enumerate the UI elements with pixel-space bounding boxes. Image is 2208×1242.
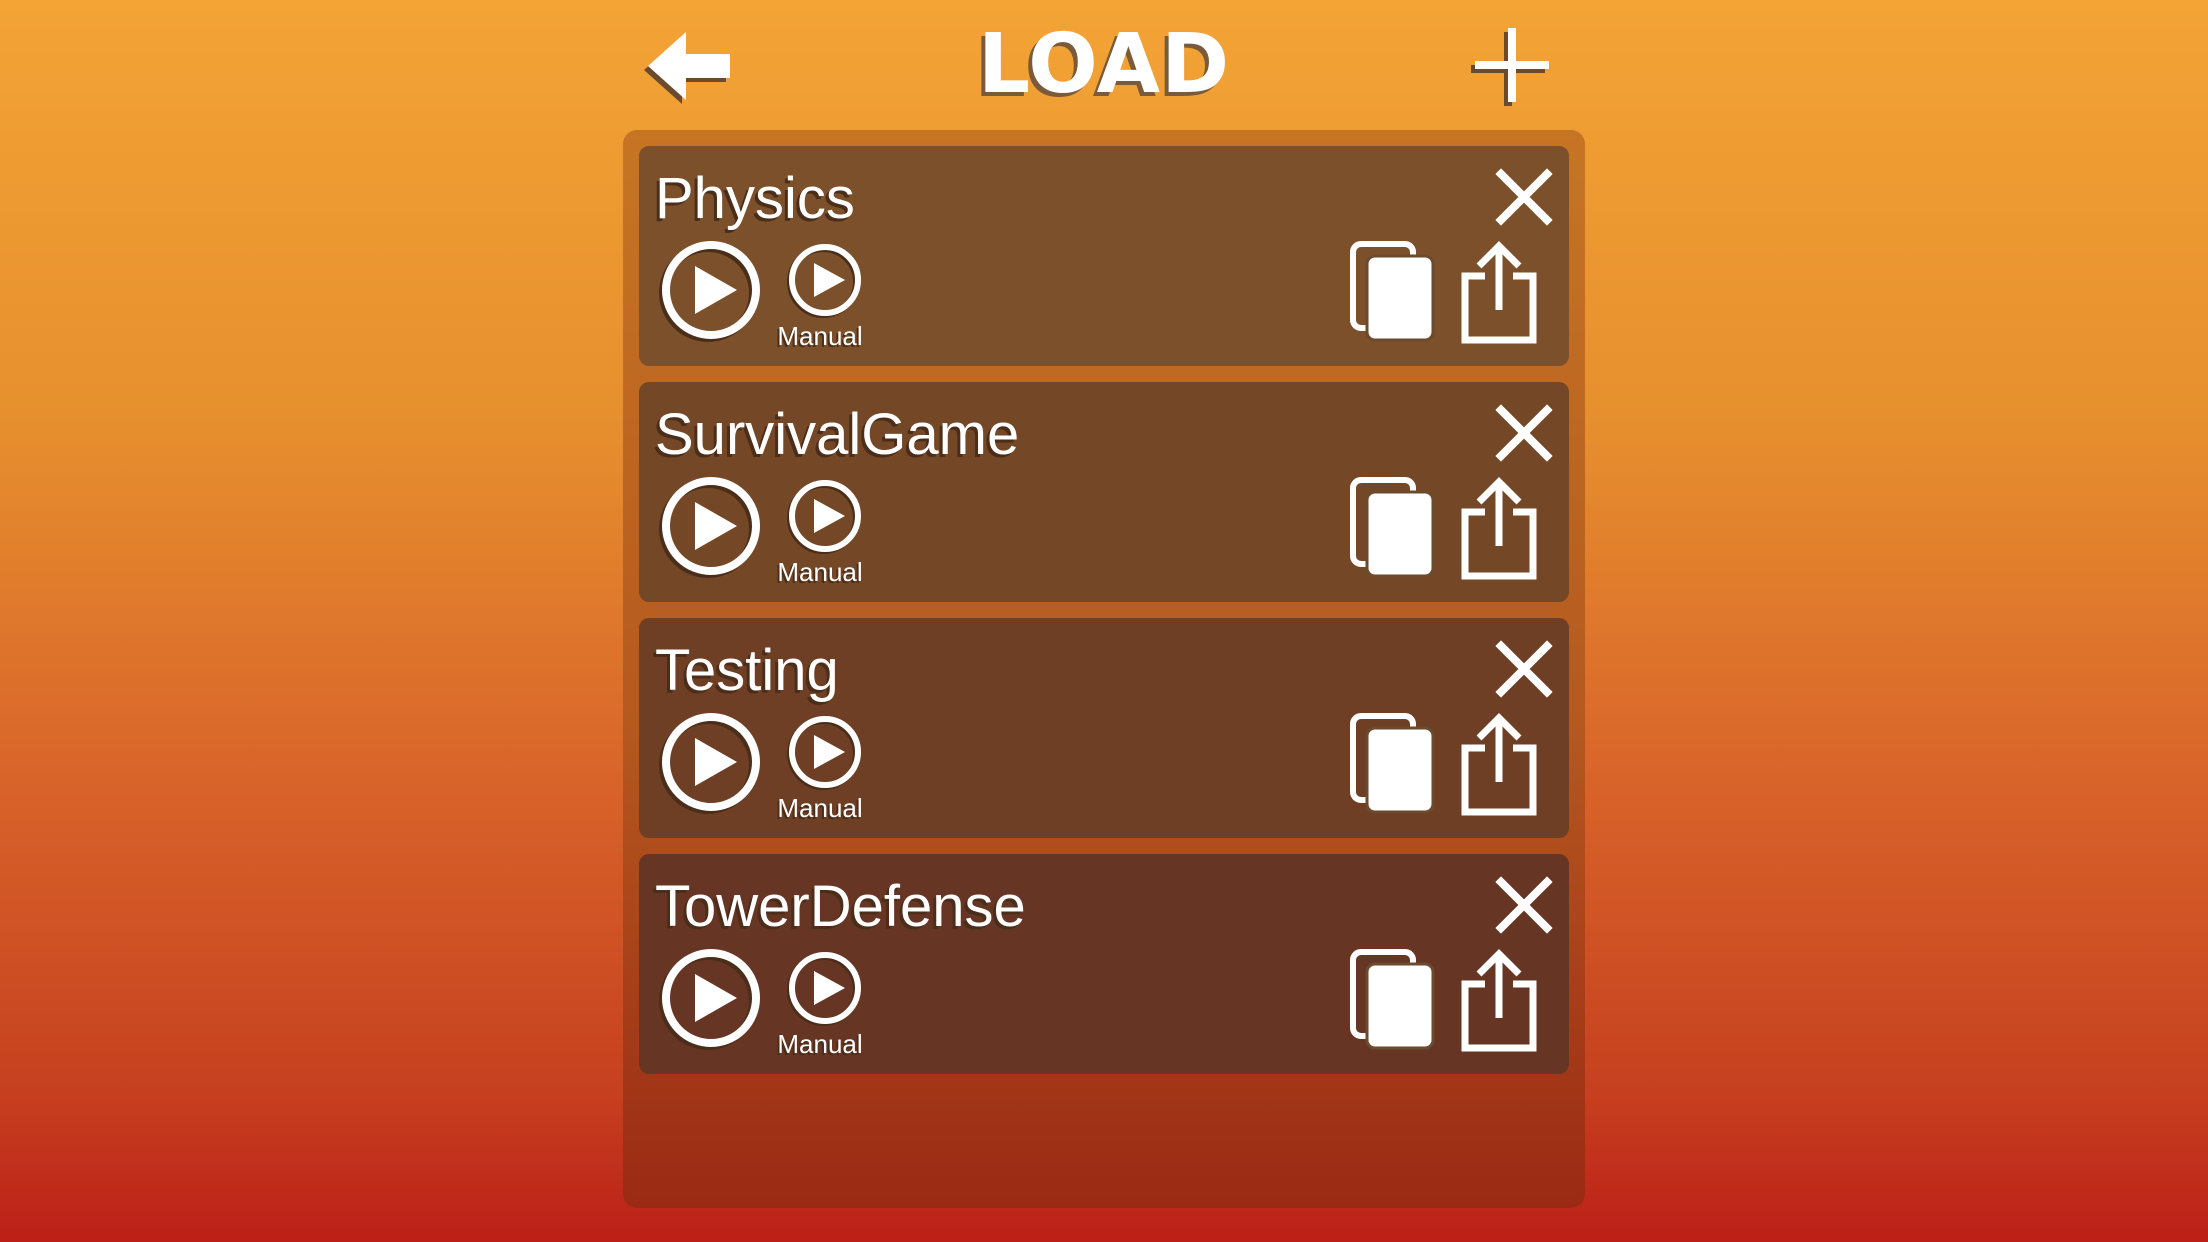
share-icon bbox=[1461, 477, 1537, 580]
project-name: Physics bbox=[655, 166, 855, 231]
copy-icon bbox=[1350, 713, 1435, 814]
add-project-button[interactable] bbox=[1470, 24, 1554, 108]
duplicate-button[interactable] bbox=[1349, 712, 1439, 818]
delete-button[interactable] bbox=[1493, 166, 1555, 228]
play-icon bbox=[787, 244, 861, 318]
header: LOAD bbox=[624, 0, 1584, 130]
share-icon bbox=[1461, 713, 1537, 816]
manual-label: Manual bbox=[777, 1029, 863, 1059]
duplicate-button[interactable] bbox=[1349, 948, 1439, 1054]
duplicate-button[interactable] bbox=[1349, 476, 1439, 582]
project-card: SurvivalGame Manual bbox=[639, 382, 1569, 602]
duplicate-button[interactable] bbox=[1349, 240, 1439, 346]
project-name: SurvivalGame bbox=[655, 402, 1020, 467]
project-list-panel[interactable]: Physics Manual SurvivalGame Manual Testi… bbox=[623, 130, 1585, 1208]
close-icon bbox=[1495, 168, 1553, 226]
close-icon bbox=[1495, 876, 1553, 934]
share-button[interactable] bbox=[1457, 474, 1541, 582]
manual-play-button[interactable]: Manual bbox=[765, 950, 875, 1070]
copy-icon bbox=[1350, 241, 1435, 342]
play-icon bbox=[659, 477, 760, 578]
play-button[interactable] bbox=[657, 472, 765, 580]
project-card: Physics Manual bbox=[639, 146, 1569, 366]
share-button[interactable] bbox=[1457, 946, 1541, 1054]
project-card: Testing Manual bbox=[639, 618, 1569, 838]
plus-icon bbox=[1471, 28, 1549, 106]
project-name: Testing bbox=[655, 638, 839, 703]
manual-play-button[interactable]: Manual bbox=[765, 242, 875, 362]
delete-button[interactable] bbox=[1493, 638, 1555, 700]
project-name: TowerDefense bbox=[655, 874, 1026, 939]
play-icon bbox=[787, 952, 861, 1026]
close-icon bbox=[1495, 404, 1553, 462]
delete-button[interactable] bbox=[1493, 402, 1555, 464]
play-icon bbox=[659, 949, 760, 1050]
play-icon bbox=[659, 713, 760, 814]
play-icon bbox=[787, 716, 861, 790]
page-title: LOAD bbox=[977, 17, 1231, 112]
play-button[interactable] bbox=[657, 236, 765, 344]
play-icon bbox=[787, 480, 861, 554]
share-icon bbox=[1461, 949, 1537, 1052]
manual-label: Manual bbox=[777, 557, 863, 587]
manual-label: Manual bbox=[777, 793, 863, 823]
copy-icon bbox=[1350, 477, 1435, 578]
manual-label: Manual bbox=[777, 321, 863, 351]
play-button[interactable] bbox=[657, 708, 765, 816]
project-card: TowerDefense Manual bbox=[639, 854, 1569, 1074]
share-button[interactable] bbox=[1457, 710, 1541, 818]
copy-icon bbox=[1350, 949, 1435, 1050]
play-icon bbox=[659, 241, 760, 342]
share-button[interactable] bbox=[1457, 238, 1541, 346]
delete-button[interactable] bbox=[1493, 874, 1555, 936]
play-button[interactable] bbox=[657, 944, 765, 1052]
share-icon bbox=[1461, 241, 1537, 344]
close-icon bbox=[1495, 640, 1553, 698]
manual-play-button[interactable]: Manual bbox=[765, 478, 875, 598]
manual-play-button[interactable]: Manual bbox=[765, 714, 875, 834]
